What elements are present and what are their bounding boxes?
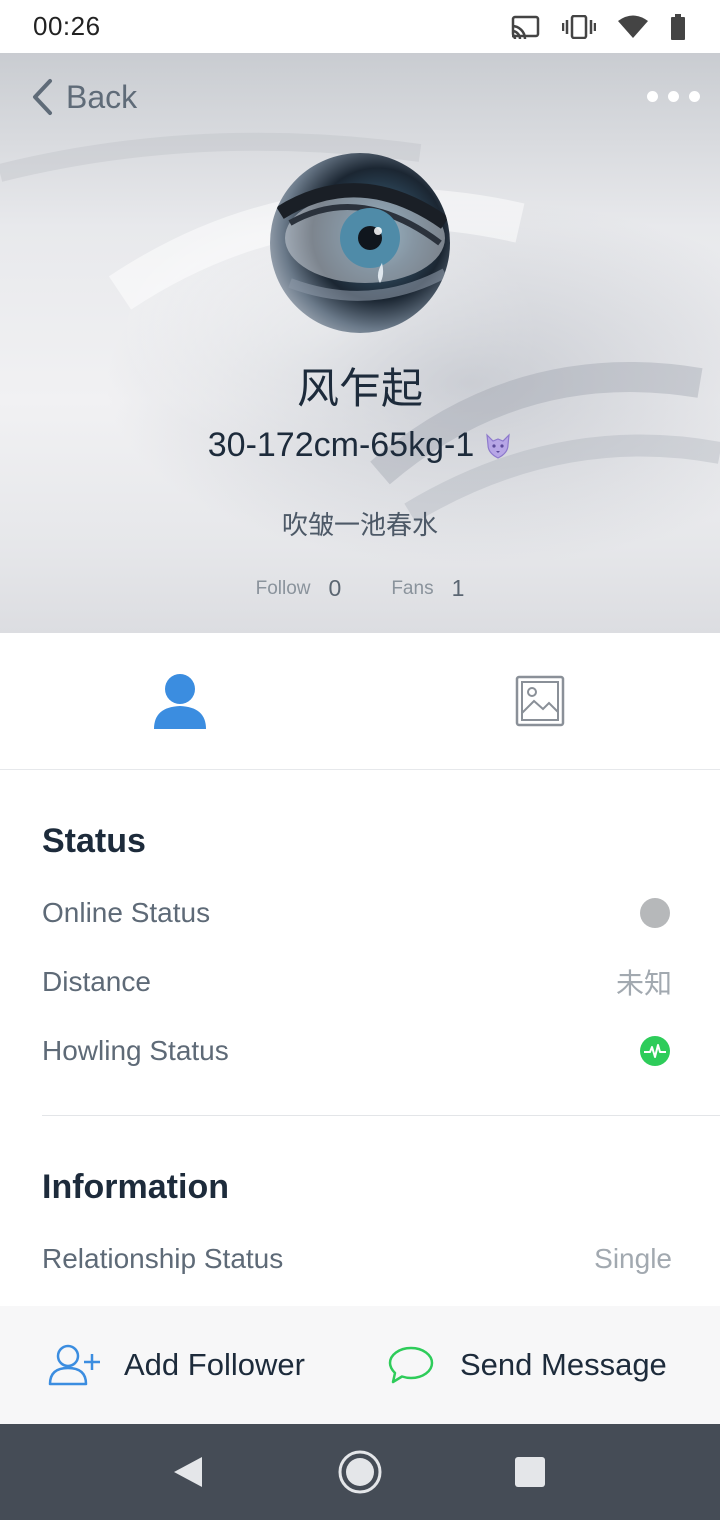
section-divider: [42, 1115, 720, 1116]
online-status-row: Online Status: [42, 893, 672, 933]
howling-status-label: Howling Status: [42, 1035, 229, 1066]
more-dot: [668, 91, 679, 102]
add-follower-button[interactable]: Add Follower: [48, 1306, 305, 1424]
wolf-badge-icon: [486, 432, 510, 459]
header-background-image: [0, 132, 720, 523]
add-follower-label: Add Follower: [124, 1347, 305, 1382]
more-options-button[interactable]: [647, 91, 700, 102]
back-button[interactable]: Back: [30, 77, 137, 117]
system-nav-bar: [0, 1424, 720, 1520]
relationship-status-row: Relationship Status Single: [42, 1239, 672, 1279]
distance-value: 未知: [615, 968, 672, 999]
status-bar: 00:26: [0, 0, 720, 53]
stats-line: 30-172cm-65kg-1: [0, 426, 720, 465]
chat-bubble-icon: [388, 1346, 434, 1384]
battery-icon: [671, 13, 685, 40]
cast-icon: [511, 15, 540, 39]
add-person-icon: [48, 1344, 100, 1386]
status-section-title: Status: [42, 822, 146, 860]
send-message-label: Send Message: [460, 1347, 667, 1382]
follow-stats: Follow 0 Fans 1: [0, 575, 720, 602]
distance-row: Distance 未知: [42, 962, 672, 1002]
status-icons: [510, 13, 686, 40]
profile-header: Back 风乍起 30-172cm-65kg-1 吹皱一池春水 Follow 0…: [0, 53, 720, 633]
stats-text: 30-172cm-65kg-1: [207, 426, 475, 464]
distance-label: Distance: [42, 966, 151, 997]
more-dot: [689, 91, 700, 102]
back-label: Back: [66, 78, 138, 115]
online-status-label: Online Status: [42, 897, 211, 928]
avatar[interactable]: [270, 153, 450, 333]
tab-photos-image-icon[interactable]: [515, 675, 565, 727]
send-message-button[interactable]: Send Message: [388, 1306, 667, 1424]
howling-status-row: Howling Status: [42, 1031, 672, 1071]
relationship-status-label: Relationship Status: [42, 1243, 284, 1274]
vibrate-icon: [562, 14, 596, 39]
follow-count[interactable]: 0: [329, 575, 342, 602]
relationship-status-value: Single: [594, 1243, 672, 1274]
howling-pulse-icon: [640, 1036, 670, 1066]
nav-home-circle-icon[interactable]: [337, 1449, 383, 1495]
more-dot: [647, 91, 658, 102]
nav-recents-square-icon[interactable]: [514, 1456, 546, 1488]
nav-back-triangle-icon[interactable]: [172, 1455, 204, 1489]
profile-tabs: [0, 633, 720, 770]
avatar-image: [276, 183, 450, 301]
information-section-title: Information: [42, 1168, 229, 1206]
online-status-dot-icon: [640, 898, 670, 928]
fans-count[interactable]: 1: [452, 575, 465, 602]
tab-profile-person-icon[interactable]: [152, 673, 208, 731]
username: 风乍起: [296, 365, 423, 412]
fans-label: Fans: [391, 577, 434, 599]
signature: 吹皱一池春水: [281, 510, 438, 540]
wifi-icon: [618, 15, 648, 38]
follow-label: Follow: [255, 577, 311, 599]
action-bar: Add Follower Send Message: [0, 1306, 720, 1424]
chevron-left-icon: [33, 79, 52, 115]
status-time: 00:26: [33, 11, 101, 41]
